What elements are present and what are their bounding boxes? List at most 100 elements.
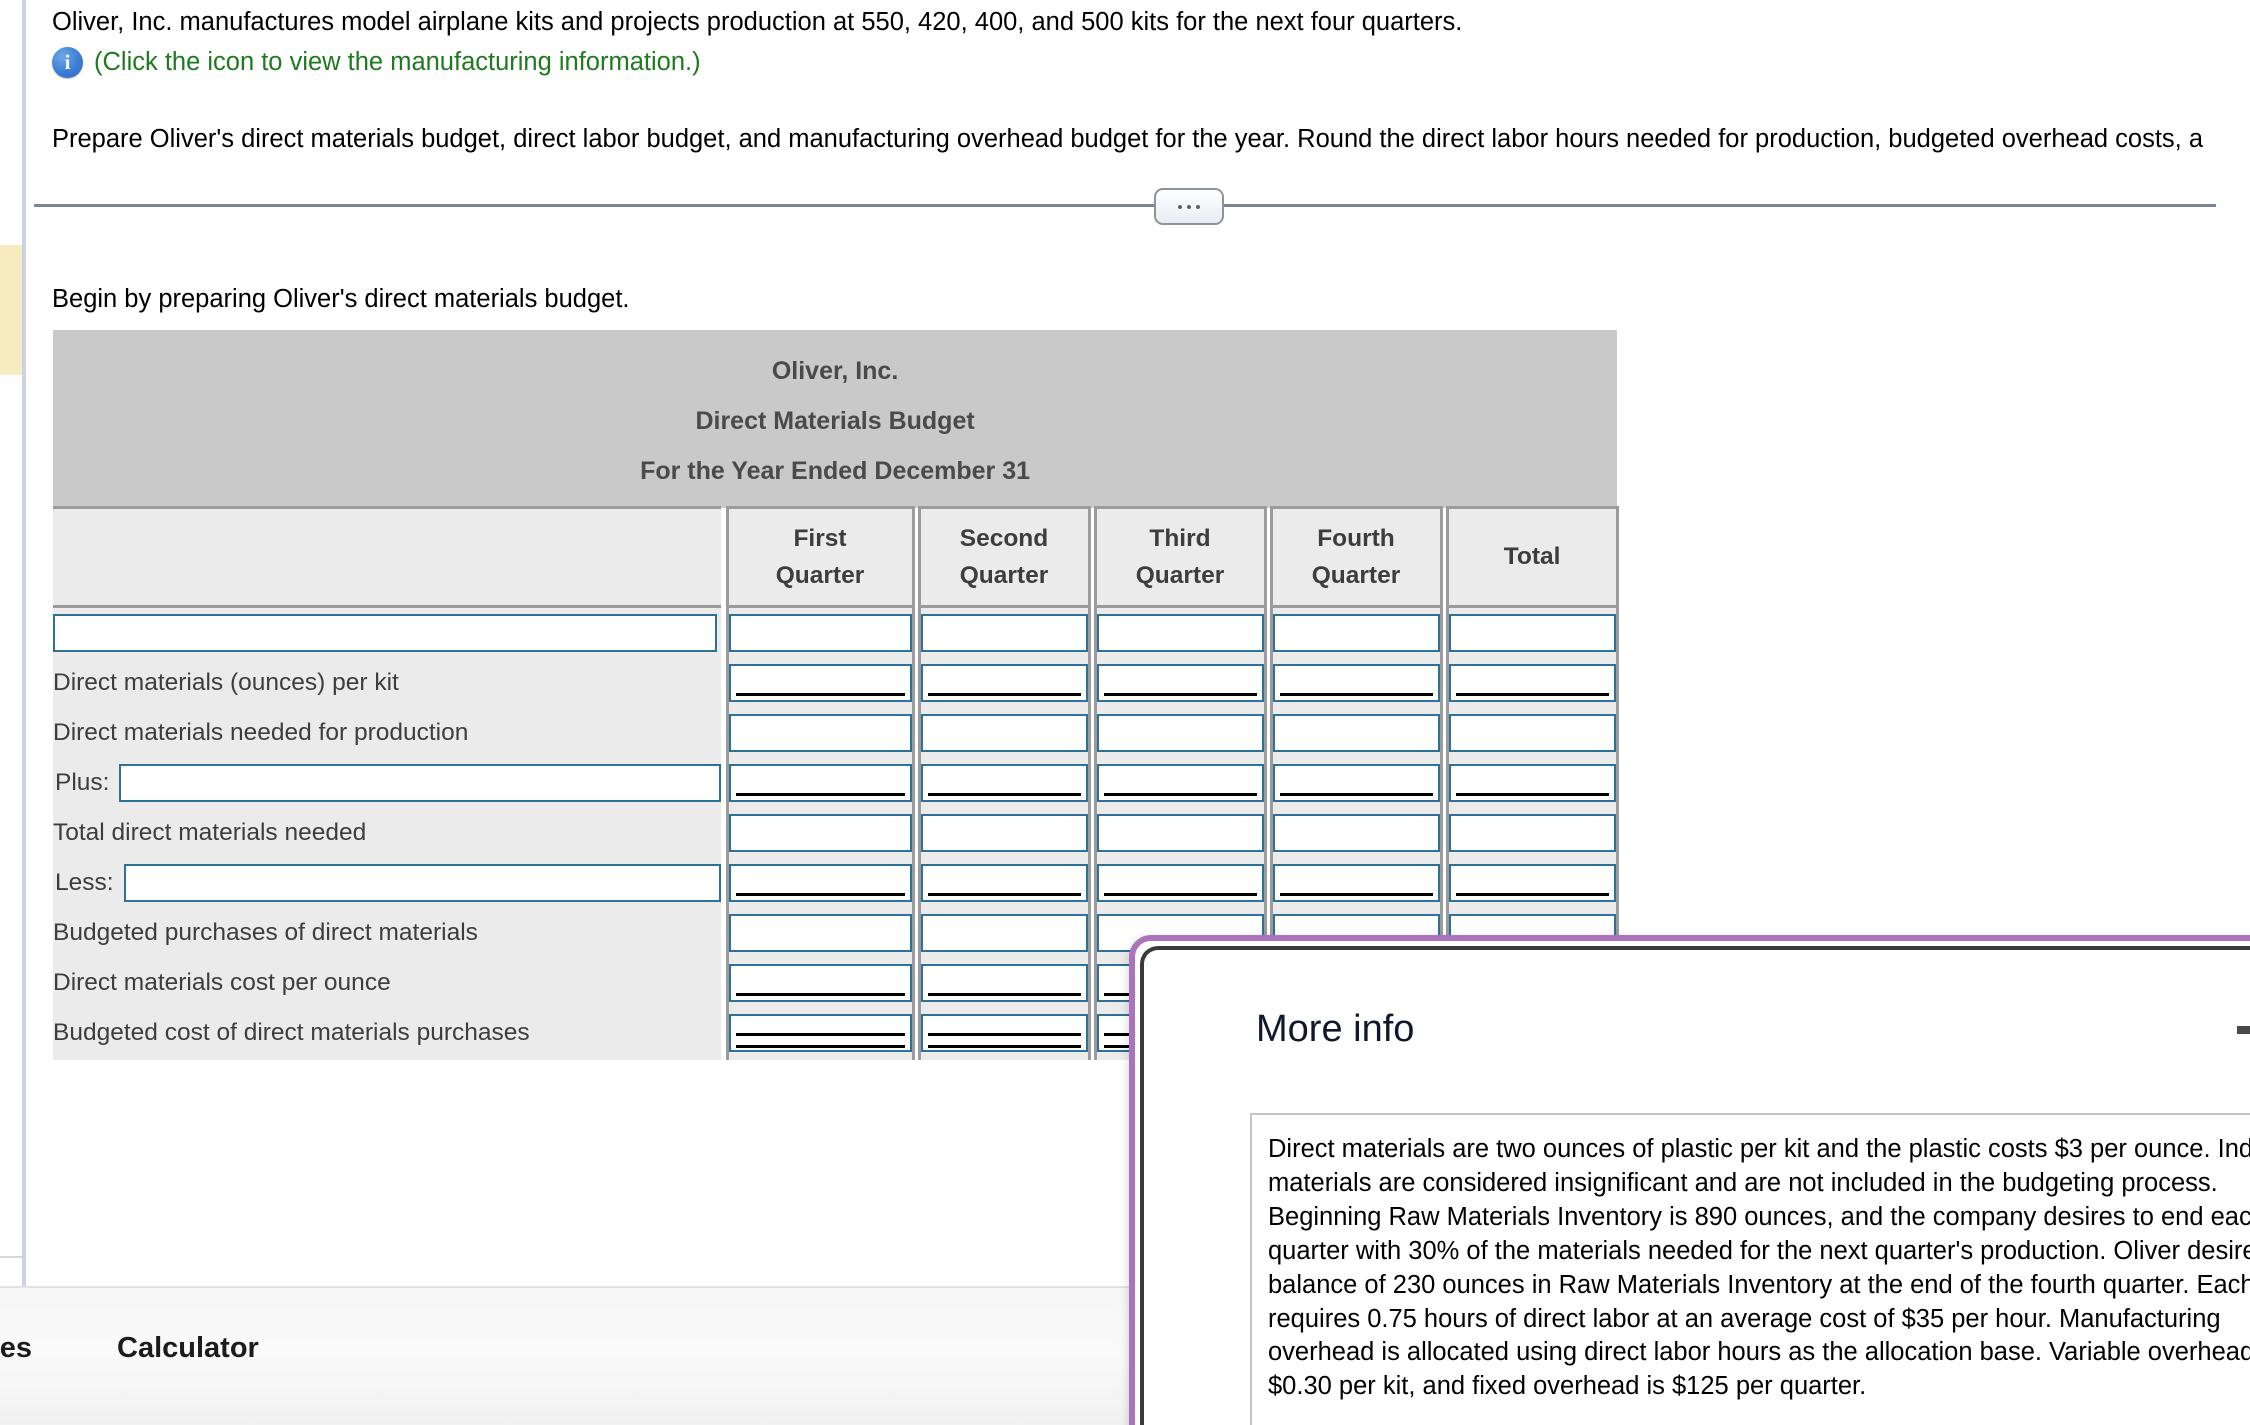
column-header-top: Fourth	[1317, 524, 1395, 552]
pages-button[interactable]: ges	[0, 1332, 32, 1365]
table-row	[53, 606, 1619, 658]
value-cell	[725, 758, 915, 808]
value-input[interactable]	[1096, 614, 1264, 652]
value-cell	[917, 606, 1091, 658]
value-input[interactable]	[728, 764, 912, 802]
value-cell	[1269, 658, 1443, 708]
info-icon[interactable]: i	[52, 47, 83, 78]
value-cell	[917, 1008, 1091, 1060]
row-label-inner	[53, 608, 721, 658]
column-header-bottom: Quarter	[1135, 562, 1225, 589]
value-input[interactable]	[1096, 714, 1264, 752]
value-input[interactable]	[728, 914, 912, 952]
column-header-3: Third Quarter	[1093, 506, 1267, 608]
more-info-content-panel: Direct materials are two ounces of plast…	[1250, 1113, 2250, 1425]
value-cell	[725, 808, 915, 858]
minimize-icon[interactable]	[2237, 1026, 2250, 1034]
value-cell	[1445, 858, 1619, 908]
row-label-prefix: Plus:	[55, 769, 110, 796]
row-label-inner: Direct materials cost per ounce	[53, 958, 721, 1008]
value-input[interactable]	[728, 1014, 912, 1052]
column-header-bottom: Total	[1503, 543, 1561, 571]
table-title-row: For the Year Ended December 31	[53, 446, 1618, 508]
dot-icon	[1196, 204, 1200, 209]
view-info-link-row[interactable]: i (Click the icon to view the manufactur…	[52, 47, 701, 78]
begin-instruction: Begin by preparing Oliver's direct mater…	[52, 285, 630, 313]
value-cell	[1093, 758, 1267, 808]
calculator-button[interactable]: Calculator	[117, 1332, 259, 1365]
value-input[interactable]	[1272, 714, 1440, 752]
value-input[interactable]	[728, 664, 912, 702]
separator-expand-button[interactable]	[1154, 188, 1224, 225]
value-input[interactable]	[1096, 664, 1264, 702]
value-input[interactable]	[1448, 664, 1616, 702]
value-input[interactable]	[1272, 664, 1440, 702]
value-input[interactable]	[1448, 714, 1616, 752]
value-input[interactable]	[728, 614, 912, 652]
value-input[interactable]	[1096, 864, 1264, 902]
value-cell	[725, 858, 915, 908]
value-input[interactable]	[920, 814, 1088, 852]
value-cell	[1445, 658, 1619, 708]
table-row: Less:	[53, 858, 1619, 908]
info-link-label[interactable]: (Click the icon to view the manufacturin…	[94, 48, 701, 77]
row-label-cell: Direct materials needed for production	[53, 708, 721, 758]
row-label-dropdown-input[interactable]	[53, 614, 717, 652]
value-cell	[1093, 858, 1267, 908]
more-info-text: Direct materials are two ounces of plast…	[1268, 1135, 2250, 1401]
row-label-cell: Budgeted purchases of direct materials	[53, 908, 721, 958]
value-input[interactable]	[728, 864, 912, 902]
value-input[interactable]	[728, 814, 912, 852]
value-cell	[725, 908, 915, 958]
table-row: Direct materials needed for production	[53, 708, 1619, 758]
value-cell	[1445, 808, 1619, 858]
value-cell	[1093, 606, 1267, 658]
value-input[interactable]	[920, 664, 1088, 702]
value-cell	[917, 708, 1091, 758]
question-line-1: Oliver, Inc. manufactures model airplane…	[52, 8, 1463, 36]
value-cell	[725, 708, 915, 758]
row-label-cell	[53, 606, 721, 658]
value-input[interactable]	[920, 764, 1088, 802]
column-header-1: First Quarter	[725, 506, 915, 608]
value-input[interactable]	[920, 914, 1088, 952]
value-input[interactable]	[1096, 764, 1264, 802]
row-label-cell: Budgeted cost of direct materials purcha…	[53, 1008, 721, 1060]
value-cell	[725, 658, 915, 708]
value-input[interactable]	[920, 714, 1088, 752]
value-cell	[1445, 708, 1619, 758]
header-blank-cell	[53, 506, 721, 608]
value-input[interactable]	[920, 964, 1088, 1002]
row-label-dropdown-input[interactable]	[119, 764, 721, 802]
value-input[interactable]	[1272, 814, 1440, 852]
row-label-cell: Plus:	[53, 758, 721, 808]
value-input[interactable]	[1096, 814, 1264, 852]
app-root: Oliver, Inc. manufactures model airplane…	[0, 0, 2250, 1425]
column-header-bottom: Quarter	[1311, 562, 1401, 589]
value-input[interactable]	[920, 1014, 1088, 1052]
value-input[interactable]	[1272, 864, 1440, 902]
value-cell	[1093, 708, 1267, 758]
value-cell	[1269, 758, 1443, 808]
column-header-2: Second Quarter	[917, 506, 1091, 608]
value-input[interactable]	[1272, 614, 1440, 652]
value-input[interactable]	[1448, 764, 1616, 802]
value-cell	[917, 958, 1091, 1008]
column-header-5: Total	[1445, 506, 1619, 608]
dot-icon	[1187, 204, 1191, 209]
row-label-dropdown-input[interactable]	[123, 864, 721, 902]
value-input[interactable]	[728, 964, 912, 1002]
value-input[interactable]	[1272, 764, 1440, 802]
value-input[interactable]	[728, 714, 912, 752]
value-input[interactable]	[920, 614, 1088, 652]
separator-line	[34, 204, 2216, 207]
value-input[interactable]	[1448, 614, 1616, 652]
row-label-prefix: Less:	[55, 869, 114, 896]
row-label-cell: Total direct materials needed	[53, 808, 721, 858]
row-label-text: Direct materials cost per ounce	[53, 969, 391, 996]
value-input[interactable]	[1448, 864, 1616, 902]
value-cell	[917, 858, 1091, 908]
value-cell	[1093, 658, 1267, 708]
value-input[interactable]	[1448, 814, 1616, 852]
value-input[interactable]	[920, 864, 1088, 902]
